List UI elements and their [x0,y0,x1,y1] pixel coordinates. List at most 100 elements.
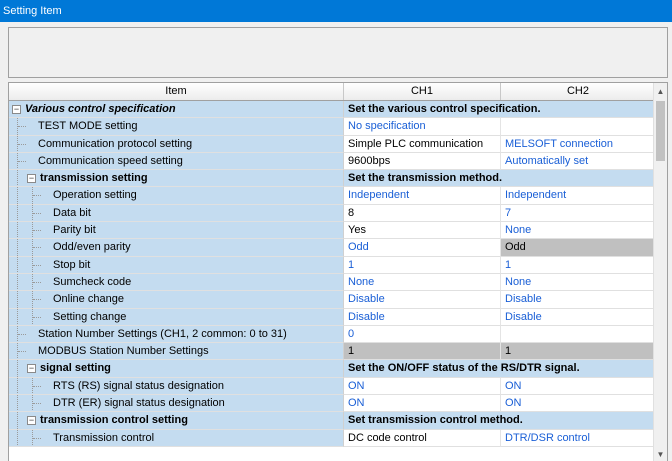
tree-line [17,273,18,291]
ch1-value[interactable]: ON [344,395,501,413]
tree-branch [18,333,26,335]
minus-box-icon[interactable]: − [27,364,36,374]
ch2-value[interactable]: Independent [501,187,655,205]
group-description: Set the ON/OFF status of the RS/DTR sign… [344,360,655,378]
item-label: DTR (ER) signal status designation [53,397,225,410]
setting-row[interactable]: Sumcheck code None None [9,273,655,292]
ch1-value[interactable]: 0 [344,325,501,344]
ch1-value[interactable]: ON [344,377,501,396]
item-cell: − transmission control setting [9,412,344,430]
chevron-down-icon[interactable]: ▼ [654,448,667,461]
tree-line [17,222,18,239]
setting-row[interactable]: Online change Disable Disable [9,291,655,309]
ch1-value[interactable]: 1 [344,256,501,274]
tree-branch [33,264,41,266]
setting-row[interactable]: Setting change Disable Disable [9,308,655,326]
ch2-value[interactable]: DTR/DSR control [501,430,655,447]
item-label: transmission setting [40,172,148,185]
ch1-value[interactable]: Yes [344,222,501,240]
column-header-ch2[interactable]: CH2 [501,83,655,100]
column-header-item[interactable]: Item [9,83,344,100]
tree-branch [33,247,41,249]
ch1-value[interactable]: None [344,273,501,292]
item-label: Station Number Settings (CH1, 2 common: … [38,327,287,340]
group-row[interactable]: − transmission setting Set the transmissio… [9,170,655,188]
ch2-value[interactable]: MELSOFT connection [501,136,655,153]
item-cell: − transmission setting [9,170,344,188]
ch1-value[interactable]: Simple PLC communication [344,135,501,153]
ch2-value[interactable]: Odd [501,239,655,257]
setting-row[interactable]: Parity bit Yes None [9,222,655,240]
tree-branch [18,160,26,162]
ch1-value[interactable]: 1 [344,343,501,361]
setting-row[interactable]: Stop bit 1 1 [9,256,655,274]
tree-line [17,308,18,325]
ch1-value[interactable]: Disable [344,291,501,309]
setting-row[interactable]: TEST MODE setting No specification [9,118,655,136]
ch2-value[interactable]: ON [501,378,655,396]
item-label: Data bit [53,206,91,219]
item-label: RTS (RS) signal status designation [53,379,224,392]
column-header-ch1[interactable]: CH1 [344,83,501,100]
setting-row[interactable]: Transmission control DC code control DTR/D… [9,429,655,447]
setting-row[interactable]: Communication protocol setting Simple PLC… [9,135,655,153]
setting-row[interactable]: DTR (ER) signal status designation ON ON [9,395,655,413]
grid-header: Item CH1 CH2 [9,83,655,101]
ch2-value[interactable]: None [501,274,655,292]
tree-line [17,377,18,395]
tree-branch [33,195,41,197]
setting-row[interactable]: Operation setting Independent Independent [9,187,655,205]
item-cell: − signal setting [9,360,344,378]
group-row[interactable]: − Various control specification Set the va… [9,101,655,119]
ch2-value[interactable]: Disable [501,291,655,309]
item-label: Transmission control [53,431,155,444]
scrollbar-thumb[interactable] [656,101,665,161]
group-row[interactable]: − transmission control setting Set transmi… [9,412,655,430]
tree-branch [33,385,41,387]
grid-rows: − Various control specification Set the va… [9,101,655,447]
tree-branch [18,143,26,145]
tree-branch [33,230,41,232]
ch1-value[interactable]: DC code control [344,429,501,447]
ch2-value[interactable]: Disable [501,309,655,326]
ch2-value[interactable]: 7 [501,205,655,223]
minus-box-icon[interactable]: − [27,416,36,426]
ch2-value[interactable]: None [501,222,655,240]
ch1-value[interactable]: Disable [344,308,501,326]
tree-line [17,239,18,256]
ch2-value[interactable]: ON [501,395,655,413]
tree-branch [33,299,41,301]
ch1-value[interactable]: No specification [344,118,501,136]
vertical-scrollbar[interactable]: ▲ ▼ [653,83,667,461]
item-cell: DTR (ER) signal status designation [9,395,344,413]
tree-line [17,429,18,446]
ch2-value[interactable]: Automatically set [501,153,655,171]
setting-row[interactable]: Communication speed setting 9600bps Automa… [9,152,655,171]
ch2-value[interactable]: 1 [501,257,655,274]
ch2-value[interactable] [501,326,655,344]
item-label: Stop bit [53,258,91,271]
item-cell: Parity bit [9,222,344,240]
ch1-value[interactable]: 9600bps [344,152,501,171]
setting-row[interactable]: Odd/even parity Odd Odd [9,239,655,257]
setting-row[interactable]: Station Number Settings (CH1, 2 common: … [9,325,655,344]
item-cell: Sumcheck code [9,273,344,292]
item-cell: MODBUS Station Number Settings [9,343,344,361]
item-label: TEST MODE setting [38,120,138,133]
ch1-value[interactable]: Independent [344,187,501,205]
minus-box-icon[interactable]: − [27,174,36,184]
setting-row[interactable]: MODBUS Station Number Settings 1 1 [9,343,655,361]
minus-box-icon[interactable]: − [12,105,21,114]
setting-row[interactable]: RTS (RS) signal status designation ON ON [9,377,655,396]
chevron-up-icon[interactable]: ▲ [654,85,667,99]
item-cell: Communication protocol setting [9,135,344,153]
group-row[interactable]: − signal setting Set the ON/OFF status of … [9,360,655,378]
ch2-value[interactable] [501,118,655,136]
tree-branch [18,126,26,128]
ch2-value[interactable]: 1 [501,343,655,361]
ch1-value[interactable]: Odd [344,239,501,257]
ch1-value[interactable]: 8 [344,204,501,223]
item-label: Operation setting [53,189,137,202]
setting-row[interactable]: Data bit 8 7 [9,204,655,223]
item-cell: − Various control specification [9,101,344,119]
